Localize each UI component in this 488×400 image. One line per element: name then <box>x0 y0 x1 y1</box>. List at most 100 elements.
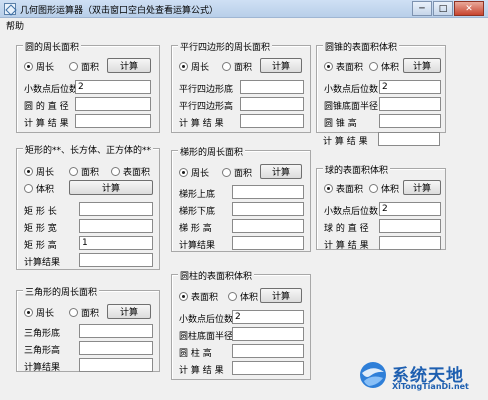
cyl-decimals-input[interactable]: 2 <box>232 310 304 324</box>
radio-dot <box>222 168 231 177</box>
radio-dot <box>369 62 378 71</box>
radio-label: 体积 <box>381 63 400 73</box>
radio-dot <box>69 167 78 176</box>
radio-dot <box>222 62 231 71</box>
circle-diameter-input[interactable] <box>75 97 151 111</box>
cyl-height-label: 圆 柱 高 <box>179 349 212 359</box>
radio-label: 周长 <box>36 168 55 178</box>
sphere-diameter-label: 球 的 直 径 <box>324 224 369 234</box>
tri-result-input[interactable] <box>79 358 153 372</box>
window-title: 几何图形运算器（双击窗口空白处查看运算公式） <box>20 6 219 16</box>
cyl-surface-radio[interactable]: 表面积 <box>179 290 218 303</box>
cyl-height-input[interactable] <box>232 344 304 358</box>
trap-top-label: 梯形上底 <box>179 190 216 200</box>
trap-area-radio[interactable]: 面积 <box>222 166 252 179</box>
rect-area-radio[interactable]: 面积 <box>69 165 99 178</box>
sphere-calc-button[interactable]: 计算 <box>403 180 441 195</box>
cyl-calc-button[interactable]: 计算 <box>260 288 302 303</box>
sphere-decimals-input[interactable]: 2 <box>379 202 441 216</box>
circle-decimals-input[interactable]: 2 <box>75 80 151 94</box>
tri-base-label: 三角形底 <box>24 329 61 339</box>
cyl-result-label: 计 算 结 果 <box>179 366 224 376</box>
radio-dot <box>24 167 33 176</box>
sphere-surface-radio[interactable]: 表面积 <box>324 182 363 195</box>
radio-label: 表面积 <box>123 168 151 178</box>
para-area-radio[interactable]: 面积 <box>222 60 252 73</box>
cyl-volume-radio[interactable]: 体积 <box>228 290 258 303</box>
maximize-button[interactable]: □ <box>433 1 453 16</box>
cone-result-input[interactable] <box>378 132 440 146</box>
tri-area-radio[interactable]: 面积 <box>69 306 99 319</box>
cyl-radius-input[interactable] <box>232 327 304 341</box>
cyl-decimals-label: 小数点后位数 <box>179 315 234 325</box>
radio-dot <box>111 167 120 176</box>
para-perimeter-radio[interactable]: 周长 <box>179 60 209 73</box>
radio-label: 体积 <box>381 185 400 195</box>
para-title: 平行四边形的周长面积 <box>178 40 273 53</box>
tri-height-input[interactable] <box>79 341 153 355</box>
radio-dot <box>24 184 33 193</box>
sphere-decimals-label: 小数点后位数 <box>324 207 379 217</box>
sphere-result-input[interactable] <box>379 236 441 250</box>
trap-perimeter-radio[interactable]: 周长 <box>179 166 209 179</box>
cone-radius-label: 圆锥底面半径 <box>324 102 379 112</box>
globe-logo-icon <box>360 362 386 388</box>
tri-perimeter-radio[interactable]: 周长 <box>24 306 54 319</box>
rect-length-label: 矩 形 长 <box>24 207 57 217</box>
rect-panel: 矩形的**、长方体、正方体的** 周长 面积 表面积 体积 计算 矩 形 长 矩… <box>16 143 160 270</box>
sphere-volume-radio[interactable]: 体积 <box>369 182 399 195</box>
tri-calc-button[interactable]: 计算 <box>107 304 151 319</box>
circle-panel: 圆的周长面积 周长 面积 计算 小数点后位数 2 圆 的 直 径 计 算 结 果 <box>16 40 160 133</box>
sphere-title: 球的表面积体积 <box>323 163 391 176</box>
trap-calc-button[interactable]: 计算 <box>260 164 302 179</box>
radio-label: 周长 <box>36 309 55 319</box>
sphere-result-label: 计 算 结 果 <box>324 241 369 251</box>
radio-dot <box>69 62 78 71</box>
rect-perimeter-radio[interactable]: 周长 <box>24 165 54 178</box>
radio-label: 表面积 <box>336 185 364 195</box>
menu-bar: 帮助 <box>0 18 488 32</box>
sphere-diameter-input[interactable] <box>379 219 441 233</box>
rect-title: 矩形的**、长方体、正方体的** <box>23 143 154 156</box>
trap-height-label: 梯 形 高 <box>179 224 212 234</box>
cone-volume-radio[interactable]: 体积 <box>369 60 399 73</box>
trap-bottom-input[interactable] <box>232 202 304 216</box>
trap-top-input[interactable] <box>232 185 304 199</box>
circle-calc-button[interactable]: 计算 <box>107 58 151 73</box>
para-calc-button[interactable]: 计算 <box>260 58 302 73</box>
minimize-button[interactable]: ─ <box>412 1 432 16</box>
rect-result-input[interactable] <box>79 253 153 267</box>
radio-label: 体积 <box>240 293 259 303</box>
cone-calc-button[interactable]: 计算 <box>403 58 441 73</box>
circle-result-label: 计 算 结 果 <box>24 119 69 129</box>
rect-length-input[interactable] <box>79 202 153 216</box>
tri-base-input[interactable] <box>79 324 153 338</box>
rect-surface-radio[interactable]: 表面积 <box>111 165 150 178</box>
cone-surface-radio[interactable]: 表面积 <box>324 60 363 73</box>
cone-height-label: 圆 锥 高 <box>324 119 357 129</box>
para-result-input[interactable] <box>240 114 304 128</box>
tri-result-label: 计算结果 <box>24 363 61 373</box>
title-bar: 几何图形运算器（双击窗口空白处查看运算公式） ─ □ ✕ <box>0 0 488 18</box>
circle-result-input[interactable] <box>75 114 151 128</box>
radio-label: 面积 <box>81 63 100 73</box>
trap-result-input[interactable] <box>232 236 304 250</box>
rect-volume-radio[interactable]: 体积 <box>24 182 54 195</box>
close-button[interactable]: ✕ <box>454 1 484 16</box>
rect-calc-button[interactable]: 计算 <box>69 180 153 195</box>
para-height-input[interactable] <box>240 97 304 111</box>
tri-height-label: 三角形高 <box>24 346 61 356</box>
trap-height-input[interactable] <box>232 219 304 233</box>
cone-radius-input[interactable] <box>379 97 441 111</box>
radio-label: 面积 <box>234 169 253 179</box>
rect-height-input[interactable]: 1 <box>79 236 153 250</box>
circle-area-radio[interactable]: 面积 <box>69 60 99 73</box>
cone-decimals-input[interactable]: 2 <box>379 80 441 94</box>
rect-width-input[interactable] <box>79 219 153 233</box>
circle-perimeter-radio[interactable]: 周长 <box>24 60 54 73</box>
cone-height-input[interactable] <box>379 114 441 128</box>
para-base-input[interactable] <box>240 80 304 94</box>
circle-diameter-label: 圆 的 直 径 <box>24 102 69 112</box>
cyl-result-input[interactable] <box>232 361 304 375</box>
menu-help[interactable]: 帮助 <box>6 19 24 32</box>
